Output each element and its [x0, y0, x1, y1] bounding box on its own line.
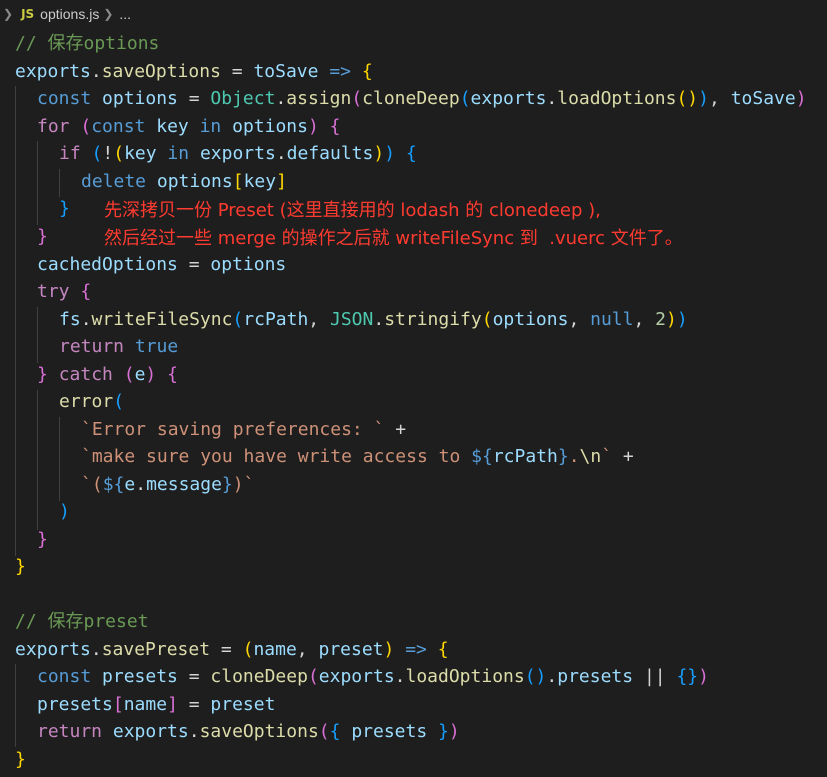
- code-line: error(: [59, 391, 125, 412]
- javascript-file-icon: JS: [21, 7, 35, 21]
- code-line: }: [37, 226, 48, 247]
- indent-guide: [37, 307, 38, 363]
- chevron-right-icon[interactable]: ❯: [3, 7, 13, 21]
- code-line: }: [59, 198, 70, 219]
- code-line: exports.saveOptions = toSave => {: [15, 61, 373, 82]
- code-line: exports.savePreset = (name, preset) => {: [15, 639, 449, 660]
- code-line: return true: [59, 336, 179, 357]
- comment: // 保存options: [15, 33, 160, 54]
- code-line: }: [15, 749, 26, 770]
- breadcrumb-file[interactable]: options.js: [40, 6, 99, 22]
- indent-guide: [59, 169, 60, 197]
- code-line: }: [15, 556, 26, 577]
- code-line: `Error saving preferences: ` +: [81, 419, 407, 440]
- code-line: // 保存preset: [15, 608, 149, 636]
- breadcrumb: ❯ JS options.js ❯ ...: [0, 0, 827, 28]
- code-line: `(${e.message})`: [81, 474, 255, 495]
- code-line: cachedOptions = options: [37, 254, 287, 275]
- code-line: presets[name] = preset: [37, 694, 276, 715]
- indent-guide: [15, 664, 16, 747]
- code-line: const options = Object.assign(cloneDeep(…: [37, 88, 807, 109]
- code-line: for (const key in options) {: [37, 116, 341, 137]
- comment: // 保存preset: [15, 611, 149, 632]
- chevron-right-icon: ❯: [103, 7, 114, 21]
- breadcrumb-more[interactable]: ...: [119, 6, 131, 22]
- code-line: }: [37, 529, 48, 550]
- indent-guide: [15, 86, 16, 556]
- indent-guide: [59, 417, 60, 501]
- code-line: if (!(key in exports.defaults)) {: [59, 143, 417, 164]
- code-line: // 保存options: [15, 30, 159, 58]
- code-line: return exports.saveOptions({ presets }): [37, 721, 460, 742]
- code-line: delete options[key]: [81, 171, 287, 192]
- indent-guide: [37, 390, 38, 530]
- code-line: `make sure you have write access to ${rc…: [81, 446, 634, 467]
- code-line: } catch (e) {: [37, 364, 178, 385]
- annotation-text: 先深拷贝一份 Preset (这里直接用的 lodash 的 clonedeep…: [104, 200, 601, 221]
- code-line: fs.writeFileSync(rcPath, JSON.stringify(…: [59, 309, 688, 330]
- indent-guide: [37, 141, 38, 225]
- code-line: const presets = cloneDeep(exports.loadOp…: [37, 666, 709, 687]
- code-line: ): [59, 501, 70, 522]
- annotation-text: 然后经过一些 merge 的操作之后就 writeFileSync 到 .vue…: [104, 228, 683, 249]
- code-line: try {: [37, 281, 92, 302]
